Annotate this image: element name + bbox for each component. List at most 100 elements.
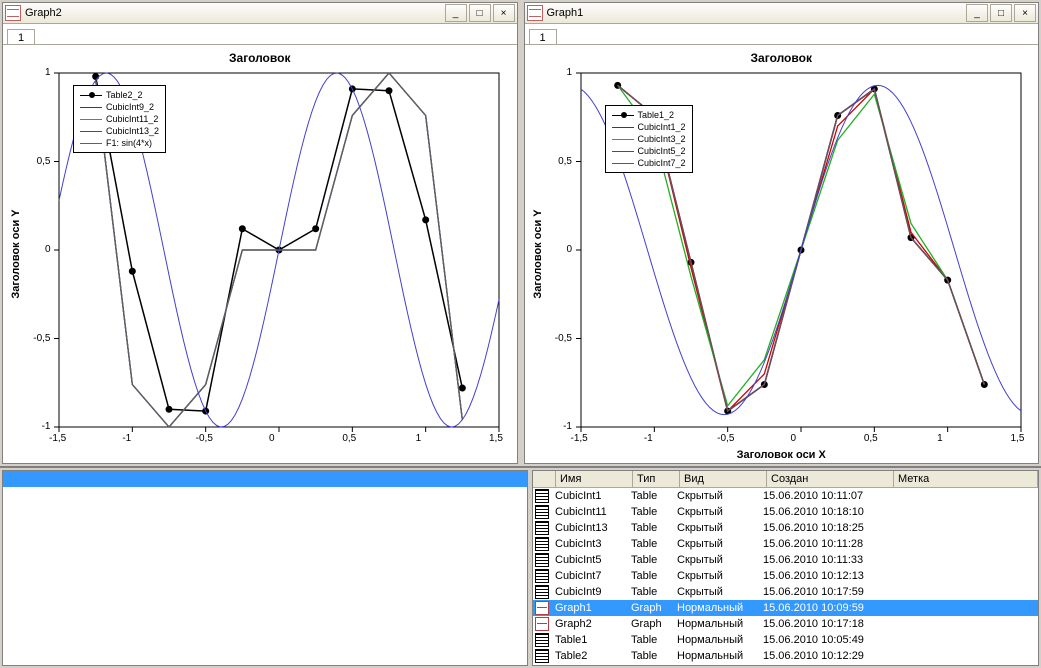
cell-name: Graph2: [551, 618, 627, 630]
col-type[interactable]: Тип: [633, 471, 680, 487]
cell-name: CubicInt7: [551, 570, 627, 582]
cell-type: Table: [627, 522, 673, 534]
cell-created: 15.06.2010 10:12:13: [759, 570, 885, 582]
table-header: Имя Тип Вид Создан Метка: [533, 471, 1038, 488]
cell-type: Graph: [627, 618, 673, 630]
tab-1[interactable]: 1: [529, 29, 557, 45]
cell-created: 15.06.2010 10:11:07: [759, 490, 885, 502]
cell-created: 15.06.2010 10:17:18: [759, 618, 885, 630]
table-icon: [535, 633, 549, 647]
cell-created: 15.06.2010 10:18:10: [759, 506, 885, 518]
cell-type: Table: [627, 554, 673, 566]
table-row[interactable]: CubicInt11TableСкрытый15.06.2010 10:18:1…: [533, 504, 1038, 520]
cell-type: Table: [627, 586, 673, 598]
window-graph1: Graph1 _ □ × 1 Заголовок Заголовок оси Y…: [524, 2, 1040, 464]
cell-kind: Скрытый: [673, 490, 759, 502]
titlebar-graph1[interactable]: Graph1 _ □ ×: [525, 3, 1039, 24]
col-name[interactable]: Имя: [556, 471, 633, 487]
cell-created: 15.06.2010 10:17:59: [759, 586, 885, 598]
cell-kind: Нормальный: [673, 602, 759, 614]
close-button[interactable]: ×: [1014, 4, 1036, 22]
table-row[interactable]: CubicInt9TableСкрытый15.06.2010 10:17:59: [533, 584, 1038, 600]
legend: Table2_2CubicInt9_2CubicInt11_2CubicInt1…: [73, 85, 166, 153]
tabbar: 1: [3, 24, 517, 44]
table-row[interactable]: CubicInt7TableСкрытый15.06.2010 10:12:13: [533, 568, 1038, 584]
cell-type: Table: [627, 506, 673, 518]
minimize-button[interactable]: _: [966, 4, 988, 22]
cell-kind: Скрытый: [673, 554, 759, 566]
table-icon: [535, 569, 549, 583]
legend: Table1_2CubicInt1_2CubicInt3_2CubicInt5_…: [605, 105, 693, 173]
cell-name: CubicInt9: [551, 586, 627, 598]
cell-kind: Нормальный: [673, 650, 759, 662]
cell-type: Table: [627, 634, 673, 646]
cell-kind: Скрытый: [673, 522, 759, 534]
cell-kind: Нормальный: [673, 634, 759, 646]
window-title: Graph2: [25, 7, 443, 19]
cell-name: CubicInt3: [551, 538, 627, 550]
cell-name: Table1: [551, 634, 627, 646]
cell-type: Table: [627, 570, 673, 582]
plot-area-graph2[interactable]: Заголовок Заголовок оси Y -1,5-1-0,500,5…: [3, 44, 517, 463]
cell-name: CubicInt11: [551, 506, 627, 518]
app-root: Graph2 _ □ × 1 Заголовок Заголовок оси Y…: [0, 0, 1041, 668]
table-icon: [535, 505, 549, 519]
close-button[interactable]: ×: [493, 4, 515, 22]
cell-created: 15.06.2010 10:11:28: [759, 538, 885, 550]
minimize-button[interactable]: _: [445, 4, 467, 22]
col-kind[interactable]: Вид: [680, 471, 767, 487]
maximize-button[interactable]: □: [469, 4, 491, 22]
table-icon: [535, 537, 549, 551]
cell-kind: Скрытый: [673, 506, 759, 518]
bottom-panels: Имя Тип Вид Создан Метка CubicInt1TableС…: [0, 466, 1041, 668]
cell-kind: Скрытый: [673, 538, 759, 550]
titlebar-graph2[interactable]: Graph2 _ □ ×: [3, 3, 517, 24]
table-icon: [535, 489, 549, 503]
table-icon: [535, 585, 549, 599]
cell-name: CubicInt5: [551, 554, 627, 566]
maximize-button[interactable]: □: [990, 4, 1012, 22]
table-row[interactable]: Graph1GraphНормальный15.06.2010 10:09:59: [533, 600, 1038, 616]
cell-created: 15.06.2010 10:09:59: [759, 602, 885, 614]
table-row[interactable]: CubicInt3TableСкрытый15.06.2010 10:11:28: [533, 536, 1038, 552]
graph-icon: [535, 601, 549, 615]
table-row[interactable]: Graph2GraphНормальный15.06.2010 10:17:18: [533, 616, 1038, 632]
table-row[interactable]: CubicInt1TableСкрытый15.06.2010 10:11:07: [533, 488, 1038, 504]
log-panel[interactable]: [2, 470, 528, 666]
cell-created: 15.06.2010 10:18:25: [759, 522, 885, 534]
col-icon: [533, 471, 556, 487]
plot-area-graph1[interactable]: Заголовок Заголовок оси Y Заголовок оси …: [525, 44, 1039, 463]
col-mark[interactable]: Метка: [894, 471, 1038, 487]
table-row[interactable]: CubicInt13TableСкрытый15.06.2010 10:18:2…: [533, 520, 1038, 536]
tabbar: 1: [525, 24, 1039, 44]
cell-created: 15.06.2010 10:12:29: [759, 650, 885, 662]
table-row[interactable]: CubicInt5TableСкрытый15.06.2010 10:11:33: [533, 552, 1038, 568]
table-icon: [535, 649, 549, 663]
table-rows: CubicInt1TableСкрытый15.06.2010 10:11:07…: [533, 488, 1038, 664]
window-title: Graph1: [547, 7, 965, 19]
cell-name: Graph1: [551, 602, 627, 614]
table-icon: [535, 553, 549, 567]
chart-icon: [527, 5, 543, 21]
chart-icon: [5, 5, 21, 21]
table-icon: [535, 521, 549, 535]
cell-kind: Скрытый: [673, 586, 759, 598]
cell-created: 15.06.2010 10:11:33: [759, 554, 885, 566]
cell-type: Table: [627, 650, 673, 662]
table-row[interactable]: Table2TableНормальный15.06.2010 10:12:29: [533, 648, 1038, 664]
window-graph2: Graph2 _ □ × 1 Заголовок Заголовок оси Y…: [2, 2, 518, 464]
table-row[interactable]: Table1TableНормальный15.06.2010 10:05:49: [533, 632, 1038, 648]
cell-type: Graph: [627, 602, 673, 614]
log-selected-row[interactable]: [3, 471, 527, 487]
cell-name: CubicInt13: [551, 522, 627, 534]
cell-type: Table: [627, 538, 673, 550]
col-created[interactable]: Создан: [767, 471, 894, 487]
top-charts-area: Graph2 _ □ × 1 Заголовок Заголовок оси Y…: [0, 0, 1041, 466]
tab-1[interactable]: 1: [7, 29, 35, 45]
cell-type: Table: [627, 490, 673, 502]
cell-kind: Скрытый: [673, 570, 759, 582]
cell-created: 15.06.2010 10:05:49: [759, 634, 885, 646]
object-table-panel[interactable]: Имя Тип Вид Создан Метка CubicInt1TableС…: [532, 470, 1039, 666]
cell-name: CubicInt1: [551, 490, 627, 502]
cell-kind: Нормальный: [673, 618, 759, 630]
